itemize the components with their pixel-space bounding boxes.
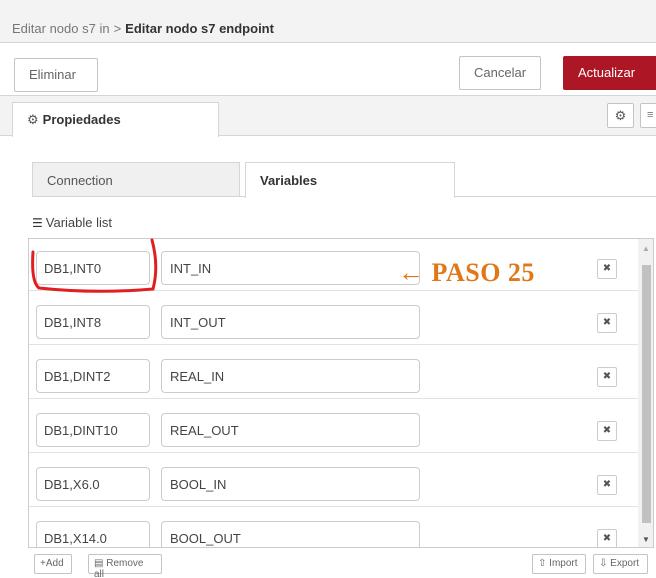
variable-name-input[interactable]: REAL_IN (161, 359, 420, 393)
add-button[interactable]: +Add (34, 554, 72, 574)
close-icon: ✖ (602, 479, 612, 490)
toolbar: Eliminar Cancelar Actualizar (0, 44, 656, 96)
variable-name-input[interactable]: INT_OUT (161, 305, 420, 339)
list-item: DB1,INT0 INT_IN ✖ (29, 239, 638, 291)
remove-all-button[interactable]: ▤ Remove all (88, 554, 162, 578)
settings-tab-button[interactable]: ⚙ (607, 103, 634, 128)
tab-connection[interactable]: Connection (32, 162, 240, 197)
variable-list-label: ☰ Variable list (32, 215, 112, 230)
delete-row-button[interactable]: ✖ (597, 529, 617, 547)
scroll-down-arrow-icon[interactable]: ▼ (642, 535, 650, 544)
delete-row-button[interactable]: ✖ (597, 367, 617, 387)
document-icon: ≡ (647, 109, 654, 121)
tab-variables[interactable]: Variables (245, 162, 455, 198)
close-icon: ✖ (602, 317, 612, 328)
close-icon: ✖ (602, 425, 612, 436)
tab-properties-label: Propiedades (42, 112, 121, 127)
tab-properties[interactable]: ⚙ Propiedades (12, 102, 219, 137)
export-label: Export (610, 558, 640, 569)
step-annotation: ← PASO 25 (398, 258, 535, 287)
export-button[interactable]: ⇩ Export (593, 554, 648, 574)
gear-icon: ⚙ (27, 112, 39, 127)
cancel-button[interactable]: Cancelar (459, 56, 541, 90)
breadcrumb-current: Editar nodo s7 endpoint (125, 21, 274, 36)
list-actions: +Add ▤ Remove all ⇧ Import ⇩ Export (0, 548, 656, 578)
description-tab-button[interactable]: ≡ (640, 103, 656, 128)
variable-name-input[interactable]: INT_IN (161, 251, 420, 285)
import-button[interactable]: ⇧ Import (532, 554, 586, 574)
variable-list: DB1,INT0 INT_IN ✖ DB1,INT8 INT_OUT ✖ DB1… (28, 238, 654, 548)
list-item: DB1,DINT10 REAL_OUT ✖ (29, 401, 638, 453)
download-icon: ⇩ (599, 558, 611, 569)
import-label: Import (549, 558, 578, 569)
address-input[interactable]: DB1,X14.0 (36, 521, 150, 547)
list-item: DB1,X14.0 BOOL_OUT ✖ (29, 509, 638, 547)
list-item: DB1,INT8 INT_OUT ✖ (29, 293, 638, 345)
close-icon: ✖ (602, 533, 612, 544)
breadcrumb-separator: > (113, 21, 122, 36)
scroll-thumb[interactable] (642, 265, 651, 523)
close-icon: ✖ (602, 371, 612, 382)
delete-row-button[interactable]: ✖ (597, 421, 617, 441)
upload-icon: ⇧ (538, 558, 550, 569)
variable-name-input[interactable]: BOOL_IN (161, 467, 420, 501)
address-input[interactable]: DB1,INT0 (36, 251, 150, 285)
gear-icon: ⚙ (614, 108, 627, 123)
variable-name-input[interactable]: REAL_OUT (161, 413, 420, 447)
delete-row-button[interactable]: ✖ (597, 313, 617, 333)
address-input[interactable]: DB1,DINT2 (36, 359, 150, 393)
tab-divider-gap (246, 196, 454, 197)
breadcrumb-parent-link[interactable]: Editar nodo s7 in (12, 21, 110, 36)
tray-header: Editar nodo s7 in > Editar nodo s7 endpoin… (0, 0, 656, 43)
delete-button[interactable]: Eliminar (14, 58, 98, 92)
tab-variables-label: Variables (260, 173, 318, 188)
delete-row-button[interactable]: ✖ (597, 475, 617, 495)
address-input[interactable]: DB1,INT8 (36, 305, 150, 339)
address-input[interactable]: DB1,X6.0 (36, 467, 150, 501)
list-item: DB1,DINT2 REAL_IN ✖ (29, 347, 638, 399)
list-scrollbar[interactable]: ▲ ▼ (638, 239, 653, 547)
list-icon: ☰ (32, 216, 43, 230)
add-label: Add (45, 558, 64, 569)
delete-row-button[interactable]: ✖ (597, 259, 617, 279)
tabs-row: ⚙ Propiedades ⚙ ≡ (0, 96, 656, 137)
address-input[interactable]: DB1,DINT10 (36, 413, 150, 447)
tab-connection-label: Connection (47, 173, 113, 188)
breadcrumb: Editar nodo s7 in > Editar nodo s7 endpoin… (12, 21, 274, 36)
update-button[interactable]: Actualizar (563, 56, 656, 90)
close-icon: ✖ (602, 263, 612, 274)
variable-list-label-text: Variable list (45, 215, 112, 230)
variable-name-input[interactable]: BOOL_OUT (161, 521, 420, 547)
trash-icon: ▤ (94, 558, 107, 569)
list-item: DB1,X6.0 BOOL_IN ✖ (29, 455, 638, 507)
scroll-up-arrow-icon[interactable]: ▲ (642, 244, 650, 253)
